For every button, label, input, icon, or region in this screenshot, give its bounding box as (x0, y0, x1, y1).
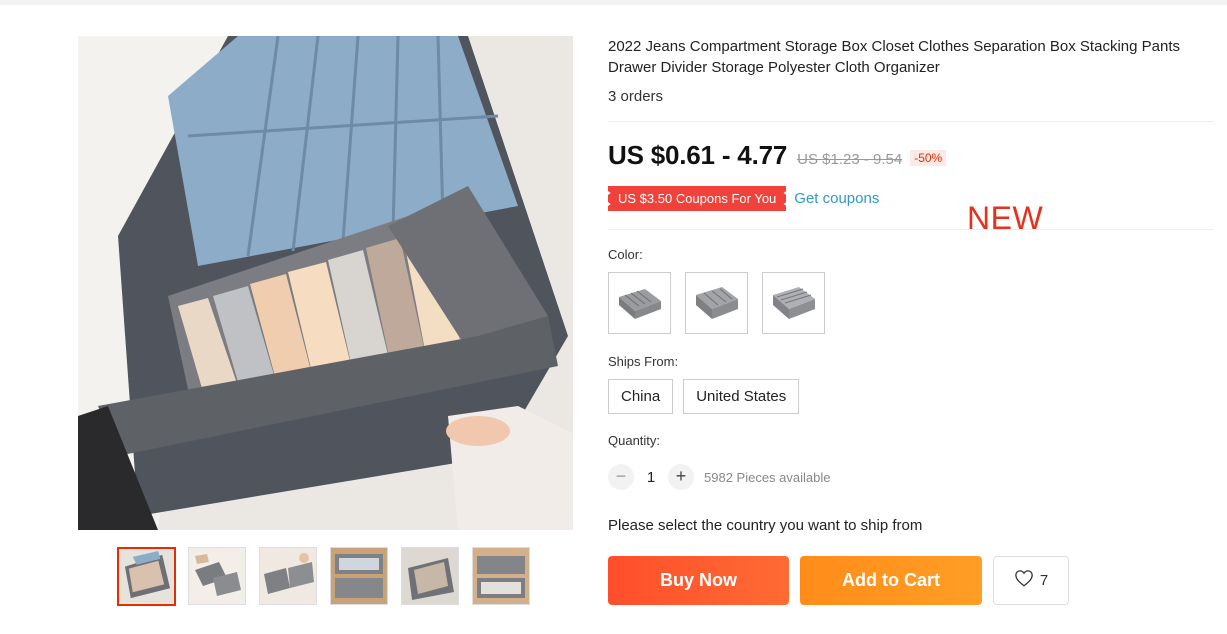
thumbnail-6[interactable] (472, 547, 530, 605)
current-price: US $0.61 - 4.77 (608, 140, 788, 170)
coupon-badge[interactable]: US $3.50 Coupons For You (608, 186, 787, 211)
thumbnail-1[interactable] (117, 547, 176, 606)
thumbnail-4[interactable] (330, 547, 388, 605)
divider (608, 229, 1214, 230)
available-stock: 5982 Pieces available (704, 469, 831, 485)
color-label: Color: (608, 247, 643, 262)
quantity-stepper: − 1 + 5982 Pieces available (608, 464, 830, 490)
divider (608, 121, 1214, 122)
wishlist-count: 7 (1039, 572, 1049, 589)
ships-from-options: China United States (608, 379, 809, 414)
heart-icon (1014, 569, 1034, 592)
color-option-1[interactable] (608, 272, 671, 334)
coupon-row: US $3.50 Coupons For You Get coupons (608, 186, 879, 211)
order-count: 3 orders (608, 88, 664, 105)
ships-from-china[interactable]: China (608, 379, 674, 414)
add-to-cart-button[interactable]: Add to Cart (800, 556, 982, 605)
buy-now-button[interactable]: Buy Now (608, 556, 789, 605)
discount-badge: -50% (910, 150, 947, 166)
thumbnail-3[interactable] (259, 547, 317, 605)
new-label: NEW (967, 200, 1044, 236)
color-option-2[interactable] (685, 272, 748, 334)
decrease-quantity-button[interactable]: − (608, 464, 634, 490)
quantity-label: Quantity: (608, 433, 661, 448)
increase-quantity-button[interactable]: + (668, 464, 694, 490)
price-row: US $0.61 - 4.77 US $1.23 - 9.54 -50% (608, 140, 947, 171)
top-strip (0, 0, 1227, 5)
thumbnail-2[interactable] (188, 547, 246, 605)
quantity-input[interactable]: 1 (634, 469, 668, 486)
color-option-3[interactable] (762, 272, 825, 334)
wishlist-button[interactable]: 7 (993, 556, 1069, 605)
thumbnail-5[interactable] (401, 547, 459, 605)
ships-from-united-states[interactable]: United States (683, 379, 800, 414)
main-product-image[interactable] (78, 36, 573, 530)
original-price: US $1.23 - 9.54 (797, 151, 903, 168)
get-coupons-link[interactable]: Get coupons (794, 190, 879, 207)
ships-from-label: Ships From: (608, 354, 679, 369)
product-title: 2022 Jeans Compartment Storage Box Close… (608, 38, 1180, 76)
ship-country-note: Please select the country you want to sh… (608, 517, 923, 534)
